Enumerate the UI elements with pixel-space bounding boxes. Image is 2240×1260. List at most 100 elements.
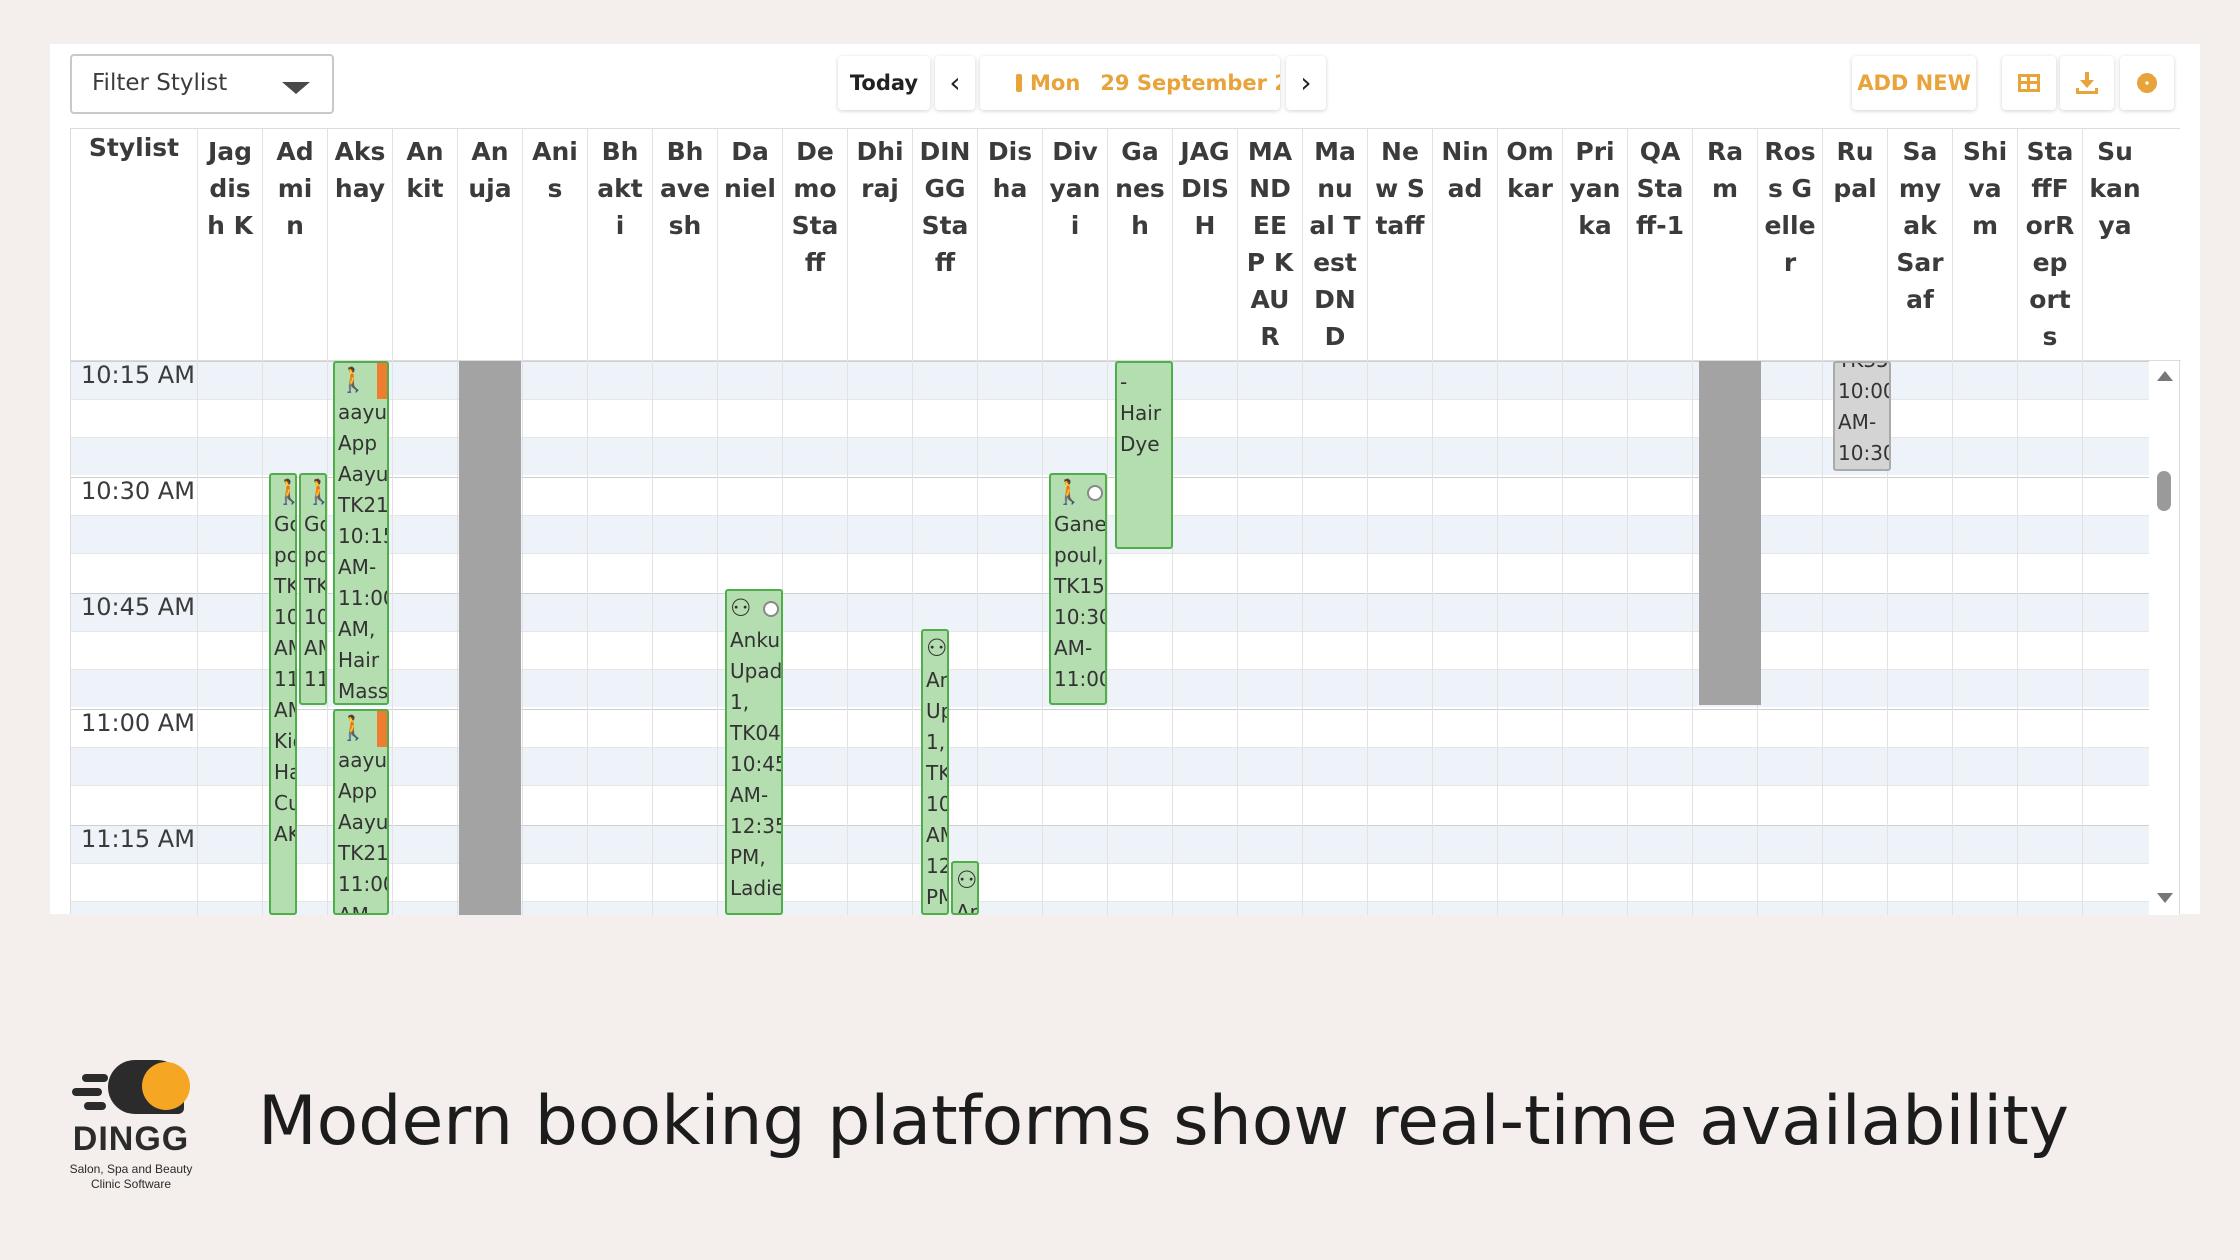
chevron-down-icon (282, 82, 310, 94)
table-view-button[interactable] (2002, 56, 2056, 110)
appointment-text: AM- (338, 555, 377, 579)
appointment-text: TK (304, 574, 327, 598)
walk-in-icon: 🚶 (1054, 478, 1084, 506)
appointment-text: 11 (274, 667, 297, 691)
status-tag (377, 363, 387, 399)
appointment-text: TK (274, 574, 297, 598)
stylist-header: Akshay (327, 129, 392, 361)
group-icon: ⚇ (956, 866, 978, 894)
gear-icon (2137, 73, 2157, 93)
appointment-text: Hair (338, 648, 380, 672)
appointment-text: TK (926, 761, 949, 785)
appointment-text: AM (338, 903, 369, 915)
appointment-text: Aayu (338, 810, 389, 834)
today-button[interactable]: Today (838, 56, 930, 110)
add-new-button[interactable]: ADD NEW (1852, 56, 1976, 110)
stylist-header: Priyanka (1562, 129, 1627, 361)
appointment-text: Hair (1120, 401, 1162, 425)
stylist-header: Divyani (1042, 129, 1107, 361)
unavailable-block (1699, 361, 1761, 705)
appointment-text: TK15 (1054, 574, 1105, 598)
appointment-text: AM- (1054, 636, 1093, 660)
stylist-header: Ross Geller (1757, 129, 1822, 361)
appointment-text: An (926, 668, 947, 692)
appointment-text: 1, (730, 690, 750, 714)
appointment-text: 11:00 (338, 586, 387, 610)
appointment-block[interactable]: ⚇ Ankur Upad 1, TK04, 10:45 AM- 12:35 PM… (725, 589, 783, 915)
previous-day-button[interactable]: ‹ (935, 56, 975, 110)
appointment-text: AM- (1838, 410, 1877, 434)
stylist-header: Ram (1692, 129, 1757, 361)
walk-in-icon: 🚶 (338, 366, 368, 394)
appointment-text: 10 (274, 605, 297, 629)
appointment-text: TK04, (730, 721, 783, 745)
stylist-header: Dhiraj (847, 129, 912, 361)
date-picker[interactable]: Mon 29 September 2 (980, 56, 1280, 110)
stylist-header: Rupal (1822, 129, 1887, 361)
appointment-text: PM, (730, 845, 766, 869)
chevron-right-icon: › (1300, 66, 1312, 99)
walk-in-icon: 🚶 (274, 475, 295, 509)
clock-icon (763, 601, 779, 617)
filter-stylist-label: Filter Stylist (92, 70, 228, 96)
stylist-header: Ganesh (1107, 129, 1172, 361)
appointment-block[interactable]: 🚶 Gane poul, TK15 10:30 AM- 11:00 (1049, 473, 1107, 705)
appointment-text: Ankur (730, 628, 783, 652)
scroll-thumb[interactable] (2157, 471, 2171, 511)
stylist-header: MANDEEP KAUR (1237, 129, 1302, 361)
stylist-header: Bhakti (587, 129, 652, 361)
appointment-block[interactable]: 🚶 aayus App Aayu TK21 10:15 AM- 11:00 AM… (333, 361, 389, 705)
settings-button[interactable] (2120, 56, 2174, 110)
dingg-logo: DINGG Salon, Spa and Beauty Clinic Softw… (56, 1058, 206, 1194)
stylist-header: Bhavesh (652, 129, 717, 361)
brand-tagline-line: Clinic Software (90, 1177, 172, 1191)
stylist-header: Ninad (1432, 129, 1497, 361)
appointment-text: Kid (274, 729, 295, 753)
appointment-text: Up (926, 699, 947, 723)
scroll-up-icon[interactable] (2157, 371, 2173, 381)
stylist-header: JAGDISH (1172, 129, 1237, 361)
stylist-header: Anis (522, 129, 587, 361)
time-label: 11:15 AM (81, 825, 195, 853)
brand-name: DINGG (72, 1120, 190, 1158)
date-text: 29 September 2 (1100, 71, 1280, 95)
appointment-block[interactable]: TK35 10:00 AM- 10:30 (1833, 361, 1891, 471)
stylist-header: DINGG Staff (912, 129, 977, 361)
appointment-text: 10:30 (1054, 605, 1107, 629)
appointment-text: 10:45 (730, 752, 783, 776)
vertical-scrollbar[interactable] (2149, 361, 2179, 915)
appointment-block[interactable]: ⚇ An (951, 861, 979, 915)
appointment-block[interactable]: ⚇ An Up 1, TK 10 AM 12 PM (921, 629, 949, 915)
filter-stylist-select[interactable]: Filter Stylist (70, 54, 334, 114)
download-button[interactable] (2060, 56, 2114, 110)
scroll-down-icon[interactable] (2157, 893, 2173, 903)
appointment-text: 11 (304, 667, 327, 691)
unavailable-block (459, 361, 521, 915)
stylist-header: Jagdish K (197, 129, 262, 361)
time-label: 10:30 AM (81, 477, 195, 505)
appointment-text: Ladie (730, 876, 783, 900)
appointment-text: Go (274, 512, 295, 536)
date-day: Mon (1030, 71, 1081, 95)
calendar-panel: Filter Stylist Today ‹ Mon 29 September … (50, 44, 2200, 915)
stylist-header: Samyak Saraf (1887, 129, 1952, 361)
appointment-text: AM, (338, 617, 376, 641)
appointment-block[interactable]: 🚶 Go po TK 10 AM 11 AM Kid Ha Cu AK (269, 473, 297, 915)
stylist-header: Disha (977, 129, 1042, 361)
appointment-text: Aayu (338, 462, 389, 486)
stylist-header: Demo Staff (782, 129, 847, 361)
brand-tagline: Salon, Spa and Beauty Clinic Software (56, 1162, 206, 1192)
appointment-text: 10:15 (338, 524, 387, 548)
appointment-text: 10 (926, 792, 949, 816)
appointment-text: poul, (1054, 543, 1104, 567)
appointment-text: AK (274, 822, 295, 846)
appointment-block[interactable]: 🚶 aayus App Aayu TK21 11:00 AM (333, 709, 389, 915)
appointment-text: 1, (926, 730, 946, 754)
stylist-header: Daniel (717, 129, 782, 361)
next-day-button[interactable]: › (1286, 56, 1326, 110)
appointment-block[interactable]: - Hair Dye (1115, 361, 1173, 549)
stylist-header: Admin (262, 129, 327, 361)
appointment-block[interactable]: 🚶 Go po TK 10 AM 11 (299, 473, 327, 705)
appointment-text: Cu (274, 791, 295, 815)
stylist-header: Sukanya (2082, 129, 2147, 361)
